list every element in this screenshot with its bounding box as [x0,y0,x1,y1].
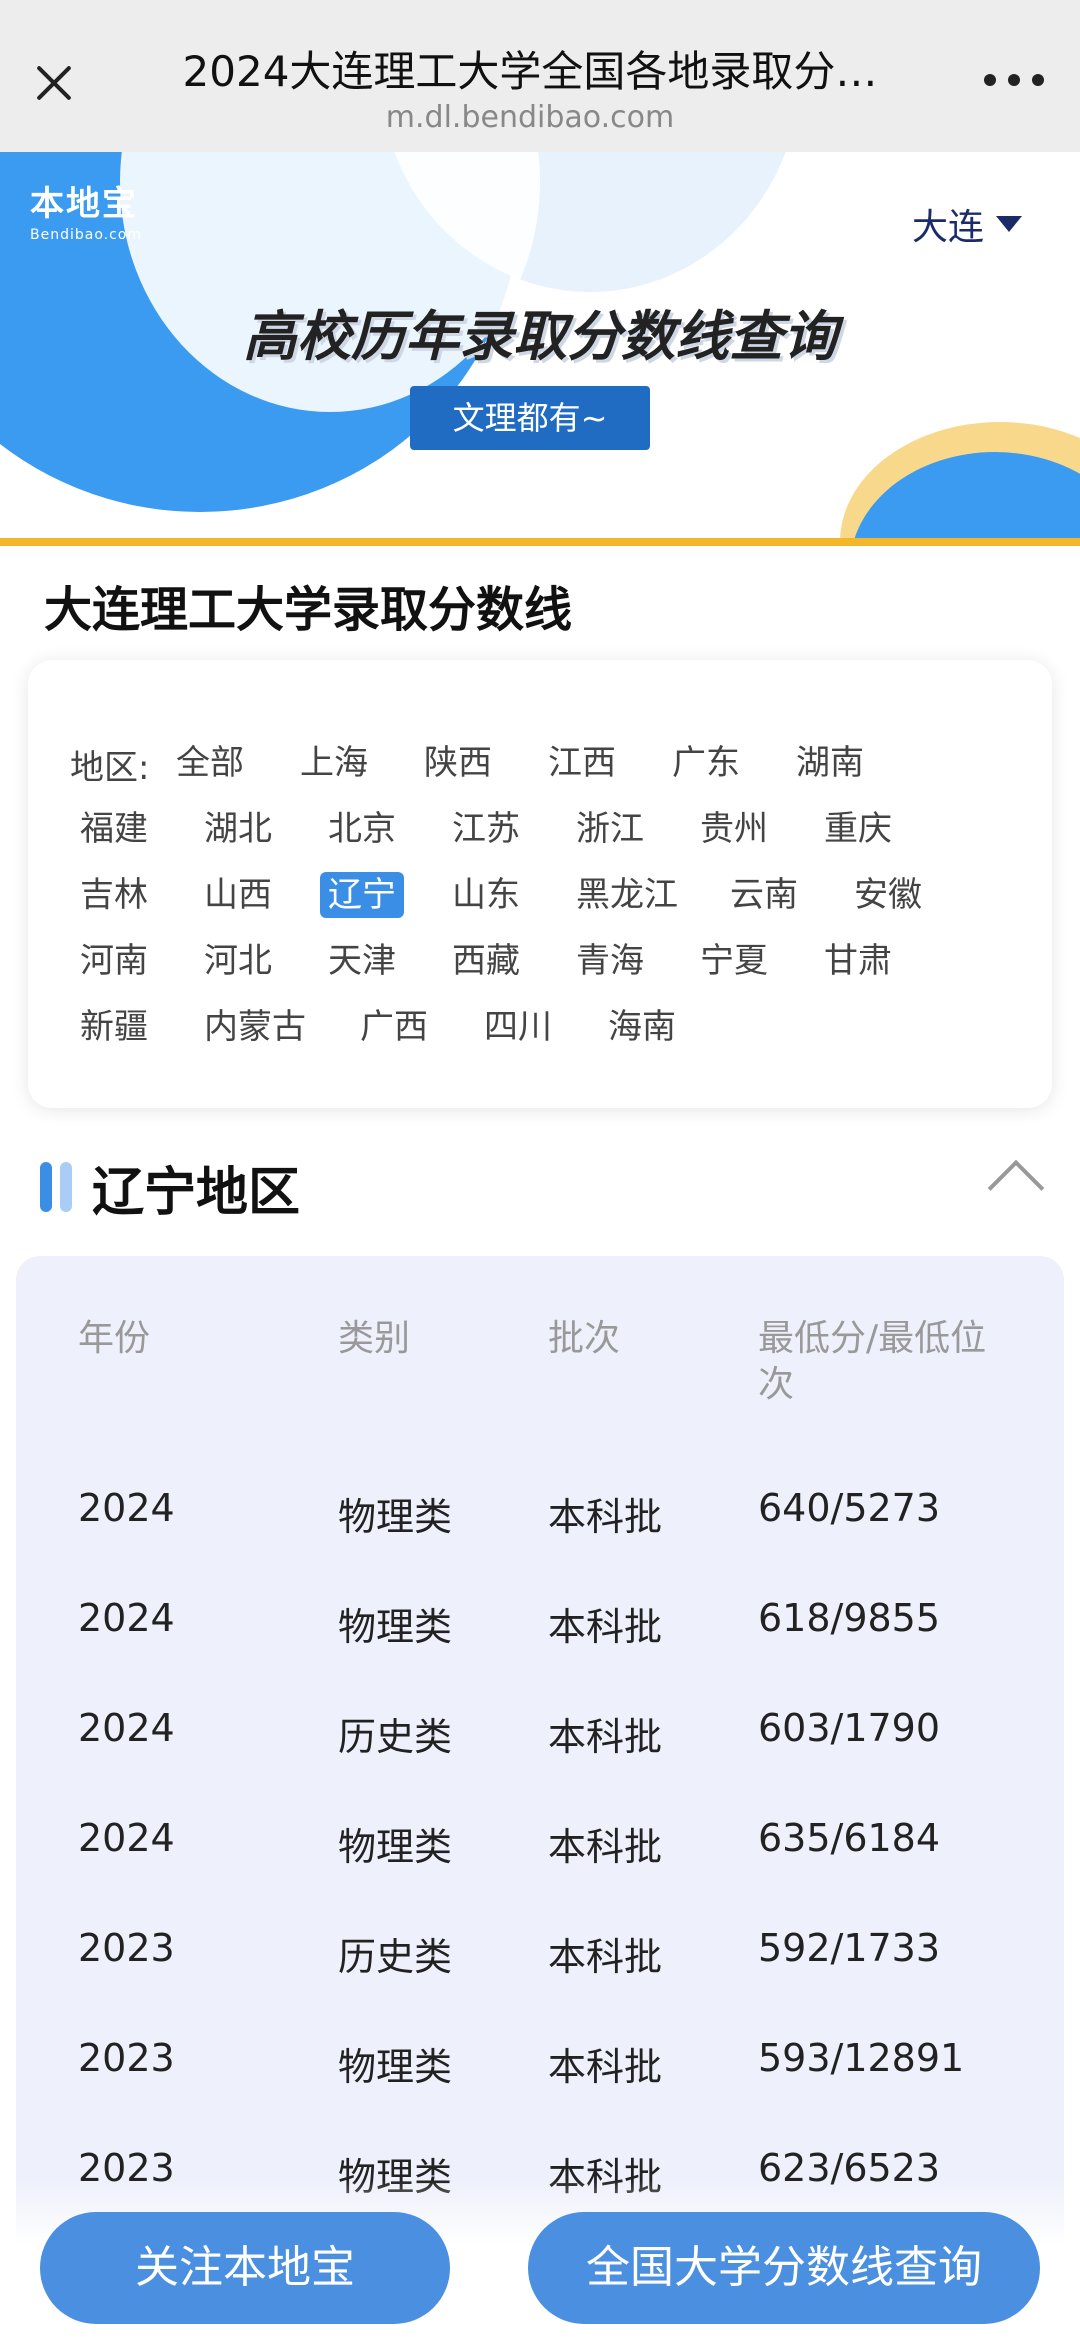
banner: 本地宝 Bendibao.com 大连 高校历年录取分数线查询 文理都有~ [0,152,1080,542]
region-filter-card: 地区: 全部 上海 陕西 江西 广东 湖南福建 湖北 北京 江苏 浙江 贵州 重庆吉林 山西 辽宁 山东 黑龙… [28,660,1052,1108]
cell-batch: 本科批 [548,1495,663,1539]
region-item[interactable]: 浙江 [568,806,652,852]
region-item[interactable]: 上海 [292,740,376,786]
cell-year: 2023 [78,2036,175,2080]
cell-year: 2024 [78,1816,175,1860]
region-header: 辽宁地区 [40,1150,1045,1223]
region-item[interactable]: 内蒙古 [196,1004,314,1050]
cell-min-score: 592/1733 [758,1926,941,1970]
region-item[interactable]: 北京 [320,806,404,852]
chevron-up-icon[interactable] [987,1159,1045,1217]
cell-min-score: 640/5273 [758,1486,941,1530]
region-item[interactable]: 河南 [72,938,156,984]
cell-min-score: 635/6184 [758,1816,941,1860]
cell-category: 物理类 [338,2045,453,2089]
cell-category: 物理类 [338,1495,453,1539]
page-url: m.dl.bendibao.com [385,100,675,135]
region-item[interactable]: 宁夏 [692,938,776,984]
dropdown-triangle-icon [996,216,1022,232]
cell-min-score: 618/9855 [758,1596,941,1640]
region-item[interactable]: 贵州 [692,806,776,852]
cell-batch: 本科批 [548,1825,663,1869]
cell-category: 物理类 [338,1825,453,1869]
region-item[interactable]: 全部 [168,740,252,786]
banner-button[interactable]: 文理都有~ [410,386,650,450]
region-item[interactable]: 河北 [196,938,280,984]
region-item[interactable]: 湖北 [196,806,280,852]
region-item[interactable]: 黑龙江 [568,872,686,918]
region-item[interactable]: 青海 [568,938,652,984]
cell-year: 2024 [78,1596,175,1640]
region-item[interactable]: 安徽 [846,872,930,918]
region-item[interactable]: 四川 [476,1004,560,1050]
region-item[interactable]: 天津 [320,938,404,984]
region-item[interactable]: 重庆 [816,806,900,852]
region-item[interactable]: 广东 [664,740,748,786]
region-item[interactable]: 江苏 [444,806,528,852]
more-icon[interactable] [984,74,1044,90]
city-selector[interactable]: 大连 [912,198,1022,250]
cell-year: 2023 [78,1926,175,1970]
bendibao-logo[interactable]: 本地宝 Bendibao.com [30,176,142,243]
cell-batch: 本科批 [548,1715,663,1759]
banner-title: 高校历年录取分数线查询 [243,305,837,368]
region-item[interactable]: 陕西 [416,740,500,786]
region-label: 地区: [70,748,150,788]
region-item[interactable]: 海南 [600,1004,684,1050]
follow-button[interactable]: 关注本地宝 [40,2212,450,2324]
page-title: 2024大连理工大学全国各地录取分… [182,47,878,96]
city-label: 大连 [911,207,984,248]
region-item[interactable]: 江西 [540,740,624,786]
cell-batch: 本科批 [548,1935,663,1979]
cell-batch: 本科批 [548,2045,663,2089]
close-icon[interactable] [30,58,78,106]
header-min-score: 最低分/最低位次 [758,1318,987,1405]
region-item[interactable]: 山西 [196,872,280,918]
region-item[interactable]: 辽宁 [320,872,404,918]
region-item[interactable]: 吉林 [72,872,156,918]
national-score-query-button[interactable]: 全国大学分数线查询 [528,2212,1040,2324]
section-bar-icon [40,1162,76,1212]
header-batch: 批次 [548,1318,621,1359]
region-item[interactable]: 福建 [72,806,156,852]
region-item[interactable]: 湖南 [788,740,872,786]
region-item[interactable]: 甘肃 [816,938,900,984]
header-year: 年份 [78,1318,151,1359]
section-title: 大连理工大学录取分数线 [44,582,573,638]
region-item[interactable]: 西藏 [444,938,528,984]
cell-category: 物理类 [338,1605,453,1649]
cell-batch: 本科批 [548,1605,663,1649]
cell-year: 2024 [78,1706,175,1750]
banner-divider [0,538,1080,546]
cell-category: 历史类 [338,1715,453,1759]
cell-min-score: 603/1790 [758,1706,941,1750]
cell-min-score: 593/12891 [758,2036,965,2080]
region-heading: 辽宁地区 [92,1163,301,1223]
header-category: 类别 [338,1318,411,1359]
score-table: 年份 类别 批次 最低分/最低位次 2024 物理类 本科批 640/5273 2024… [16,1256,1064,2340]
region-item[interactable]: 新疆 [72,1004,156,1050]
region-item[interactable]: 云南 [722,872,806,918]
region-item[interactable]: 广西 [352,1004,436,1050]
region-item[interactable]: 山东 [444,872,528,918]
cell-year: 2024 [78,1486,175,1530]
cell-category: 历史类 [338,1935,453,1979]
browser-topbar: 2024大连理工大学全国各地录取分… m.dl.bendibao.com [0,0,1080,152]
